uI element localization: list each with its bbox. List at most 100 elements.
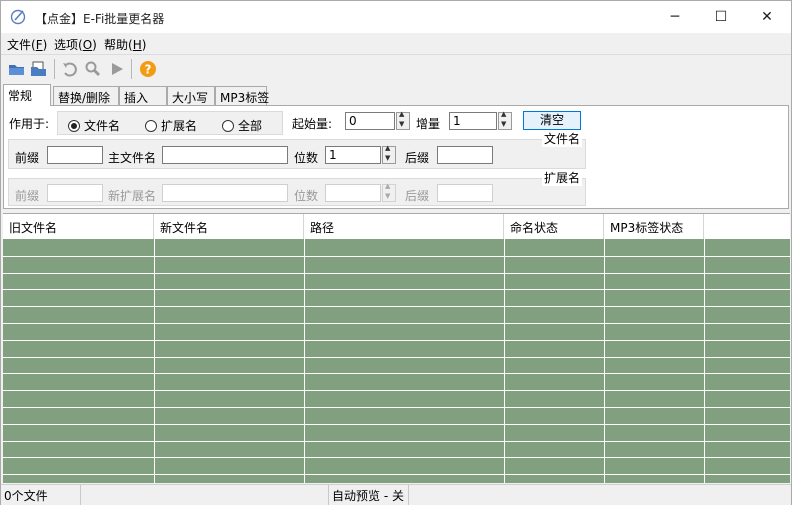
tab-insert[interactable]: 插入: [119, 86, 167, 106]
extension-group: 扩展名 前缀 新扩展名 位数 后缀: [8, 169, 586, 206]
suffix-input[interactable]: [437, 146, 493, 164]
tab-replace-delete[interactable]: 替换/删除: [53, 86, 119, 106]
menu-bar: 文件(F) 选项(O) 帮助(H): [1, 33, 791, 53]
column-mp3-status[interactable]: MP3标签状态: [604, 214, 704, 239]
ext-suffix-input[interactable]: [437, 184, 493, 202]
suffix-label: 后缀: [405, 151, 430, 165]
tab-mp3-tags[interactable]: MP3标签: [215, 86, 269, 106]
table-row-divider: [3, 373, 790, 374]
file-table: 旧文件名 新文件名 路径 命名状态 MP3标签状态: [3, 213, 790, 483]
ext-digits-spinner[interactable]: [382, 182, 396, 202]
filename-group: 文件名 前缀 主文件名 位数 1 后缀: [8, 130, 586, 169]
app-logo-icon: [10, 9, 26, 25]
ext-digits-input[interactable]: [325, 184, 381, 202]
menu-file[interactable]: 文件(F): [7, 36, 47, 53]
menu-help[interactable]: 帮助(H): [104, 36, 146, 53]
table-row-divider: [3, 256, 790, 257]
menu-help-key: H: [132, 38, 142, 52]
start-value-input[interactable]: 0: [345, 112, 395, 130]
toolbar-separator: [131, 59, 132, 79]
table-row-divider: [3, 306, 790, 307]
step-spinner[interactable]: [498, 110, 512, 130]
new-extension-input[interactable]: [162, 184, 288, 202]
open-files-icon[interactable]: [30, 60, 48, 78]
ext-prefix-label: 前缀: [15, 189, 40, 203]
radio-dot: [222, 119, 234, 132]
menu-file-label: 文件: [7, 38, 32, 52]
radio-all[interactable]: 全部: [222, 117, 262, 134]
digits-label: 位数: [294, 151, 319, 165]
table-row-divider: [3, 457, 790, 458]
toolbar: ?: [1, 54, 791, 82]
table-column-divider: [504, 239, 505, 483]
table-header: 旧文件名 新文件名 路径 命名状态 MP3标签状态: [3, 214, 790, 239]
app-window: 【点金】E-Fi批量更名器 ─ ☐ ✕ 文件(F) 选项(O) 帮助(H) ?: [0, 0, 792, 505]
table-row-divider: [3, 390, 790, 391]
general-panel: 作用于: 文件名 扩展名 全部 起始量: 0 增量 1 清空 文件名 前缀: [3, 105, 789, 209]
radio-dot: [145, 119, 157, 132]
table-row-divider: [3, 441, 790, 442]
menu-help-label: 帮助: [104, 38, 129, 52]
column-new-name[interactable]: 新文件名: [154, 214, 304, 239]
table-row-divider: [3, 474, 790, 475]
search-icon[interactable]: [84, 60, 102, 78]
column-rename-status[interactable]: 命名状态: [504, 214, 604, 239]
open-folder-icon[interactable]: [8, 60, 26, 78]
table-body[interactable]: [3, 239, 790, 483]
auto-preview-status: 自动预览 - 关: [329, 485, 409, 505]
radio-filename-label: 文件名: [84, 119, 121, 133]
table-row-divider: [3, 323, 790, 324]
close-button[interactable]: ✕: [744, 1, 790, 33]
undo-icon[interactable]: [61, 60, 79, 78]
ext-digits-label: 位数: [294, 189, 319, 203]
table-row-divider: [3, 340, 790, 341]
tab-general[interactable]: 常规: [3, 84, 51, 106]
start-value-label: 起始量:: [292, 117, 333, 131]
minimize-button[interactable]: ─: [652, 1, 698, 33]
prefix-label: 前缀: [15, 151, 40, 165]
help-icon[interactable]: ?: [139, 60, 157, 78]
column-path[interactable]: 路径: [304, 214, 504, 239]
table-row-divider: [3, 289, 790, 290]
digits-input[interactable]: 1: [325, 146, 381, 164]
radio-extension-label: 扩展名: [161, 119, 198, 133]
apply-to-label: 作用于:: [9, 117, 50, 131]
status-bar: 0个文件 自动预览 - 关: [1, 484, 791, 505]
run-icon[interactable]: [108, 60, 126, 78]
status-empty-cell: [81, 485, 329, 505]
extension-group-title: 扩展名: [541, 169, 582, 186]
table-row-divider: [3, 357, 790, 358]
radio-all-label: 全部: [238, 119, 263, 133]
table-column-divider: [704, 239, 705, 483]
start-value-spinner[interactable]: [396, 110, 410, 130]
ext-suffix-label: 后缀: [405, 189, 430, 203]
radio-filename[interactable]: 文件名: [68, 117, 120, 134]
toolbar-separator: [54, 59, 55, 79]
radio-extension[interactable]: 扩展名: [145, 117, 197, 134]
main-name-label: 主文件名: [108, 151, 157, 165]
clear-button[interactable]: 清空: [523, 111, 581, 130]
new-extension-label: 新扩展名: [108, 189, 157, 203]
radio-dot-selected: [68, 119, 80, 132]
ext-prefix-input[interactable]: [47, 184, 103, 202]
main-name-input[interactable]: [162, 146, 288, 164]
table-column-divider: [304, 239, 305, 483]
table-row-divider: [3, 424, 790, 425]
svg-text:?: ?: [145, 63, 152, 77]
menu-options-label: 选项: [54, 38, 79, 52]
table-row-divider: [3, 273, 790, 274]
step-input[interactable]: 1: [449, 112, 497, 130]
digits-spinner[interactable]: [382, 144, 396, 164]
maximize-button[interactable]: ☐: [698, 1, 744, 33]
tab-case[interactable]: 大小写: [167, 86, 215, 106]
menu-file-key: F: [35, 38, 43, 52]
table-row-divider: [3, 407, 790, 408]
menu-options-key: O: [82, 38, 93, 52]
prefix-input[interactable]: [47, 146, 103, 164]
window-title: 【点金】E-Fi批量更名器: [35, 12, 165, 26]
title-bar: 【点金】E-Fi批量更名器 ─ ☐ ✕: [1, 1, 791, 33]
menu-options[interactable]: 选项(O): [54, 36, 97, 53]
step-label: 增量: [416, 117, 441, 131]
column-old-name[interactable]: 旧文件名: [3, 214, 154, 239]
table-column-divider: [154, 239, 155, 483]
